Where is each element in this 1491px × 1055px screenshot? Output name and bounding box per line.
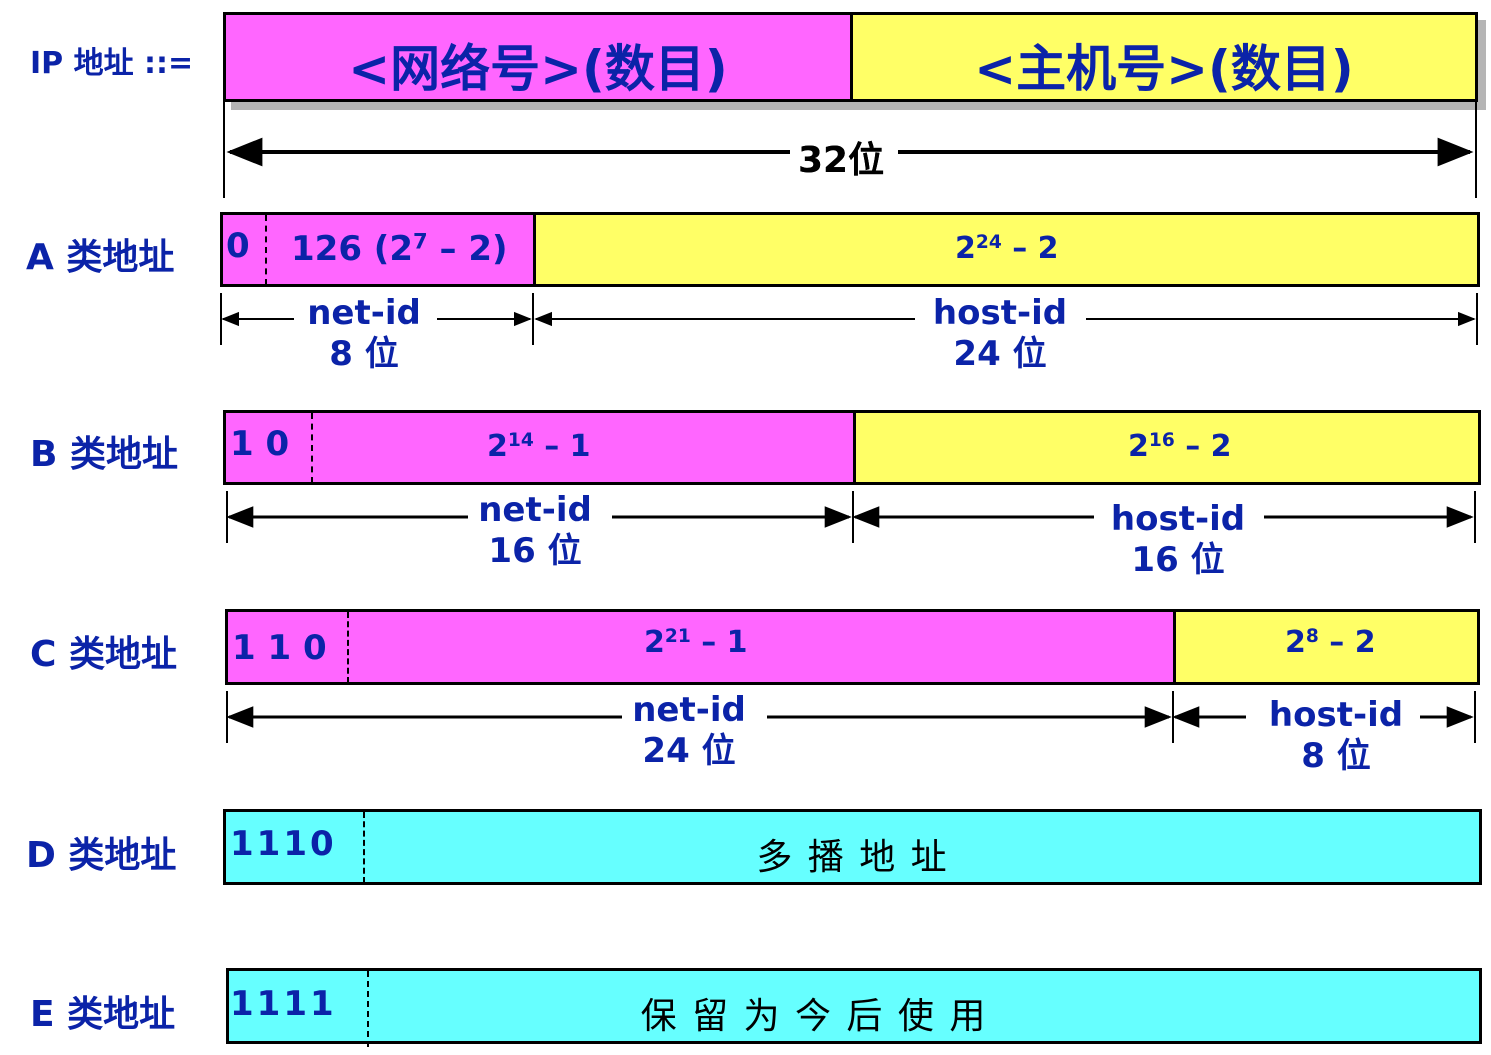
total-bits-label-overlay: 32位 <box>798 140 885 181</box>
dimension-arrows <box>221 137 1476 728</box>
